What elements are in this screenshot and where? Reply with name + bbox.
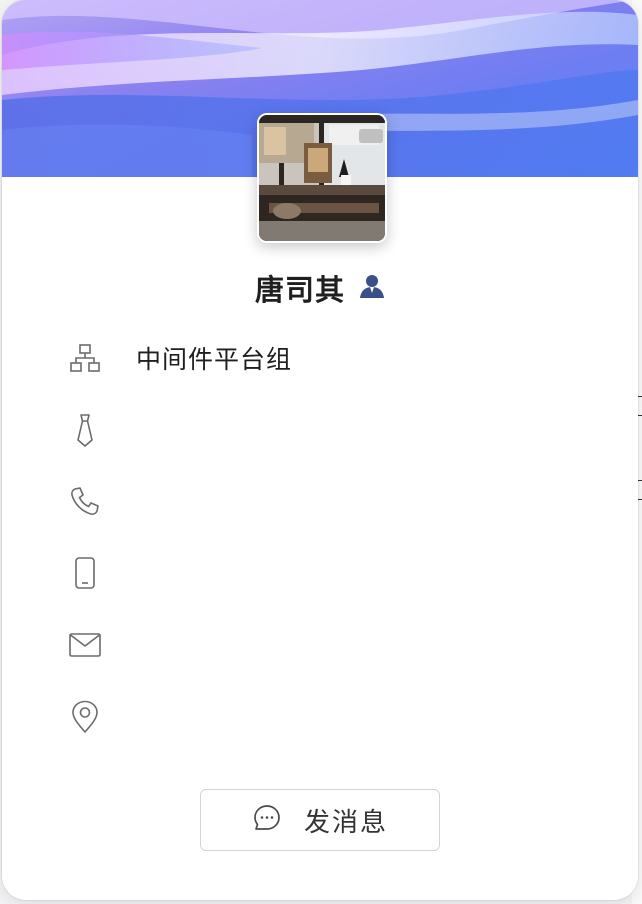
chat-bubble-icon	[252, 803, 282, 837]
detail-row-mobile	[62, 553, 582, 593]
name-row: 唐司其	[2, 262, 638, 314]
avatar[interactable]	[257, 113, 387, 243]
user-profile-card: 唐司其 中间件平台组 发消息	[2, 0, 638, 900]
detail-row-email	[62, 625, 582, 665]
detail-row-phone	[62, 481, 582, 521]
tie-icon	[62, 410, 108, 450]
user-name: 唐司其	[254, 273, 345, 307]
org-chart-icon	[62, 338, 108, 378]
detail-row-location	[62, 697, 582, 737]
mail-icon	[62, 625, 108, 665]
detail-row-department: 中间件平台组	[62, 338, 582, 378]
user-badge-icon	[359, 273, 385, 303]
mobile-icon	[62, 553, 108, 593]
department-value: 中间件平台组	[136, 345, 293, 374]
send-message-button[interactable]: 发消息	[200, 789, 440, 851]
send-message-label: 发消息	[303, 807, 388, 838]
location-icon	[62, 697, 108, 737]
phone-icon	[62, 481, 108, 521]
detail-row-title	[62, 410, 582, 450]
